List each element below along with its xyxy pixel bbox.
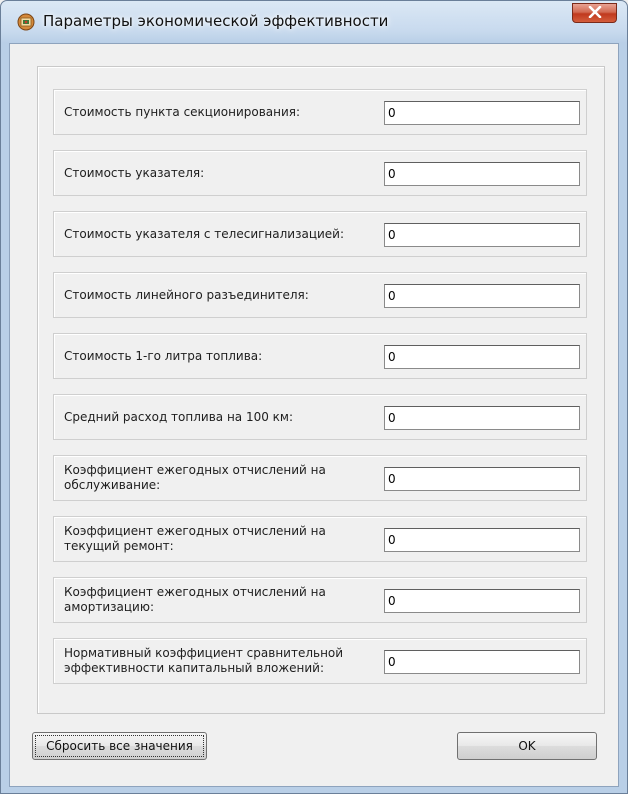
indicator-cost-input[interactable]: [384, 162, 580, 186]
field-row-telesignal-indicator-cost: Стоимость указателя с телесигнализацией:: [53, 211, 587, 257]
field-row-amortization-coefficient: Коэффициент ежегодных отчислений на амор…: [53, 577, 587, 623]
app-icon: [17, 13, 35, 31]
field-row-repair-coefficient: Коэффициент ежегодных отчислений на теку…: [53, 516, 587, 562]
close-button[interactable]: [572, 3, 617, 23]
field-label: Стоимость пункта секционирования:: [64, 104, 301, 119]
field-label: Стоимость линейного разъединителя:: [64, 287, 309, 302]
field-row-sectioning-point-cost: Стоимость пункта секционирования:: [53, 89, 587, 135]
field-label: Коэффициент ежегодных отчислений на обсл…: [64, 463, 326, 492]
dialog-window: Параметры экономической эффективности Ст…: [0, 0, 628, 794]
field-label: Средний расход топлива на 100 км:: [64, 409, 294, 424]
window-title: Параметры экономической эффективности: [43, 12, 389, 30]
amortization-coefficient-input[interactable]: [384, 589, 580, 613]
maintenance-coefficient-input[interactable]: [384, 467, 580, 491]
focus-rectangle: [35, 735, 204, 757]
field-row-fuel-consumption: Средний расход топлива на 100 км:: [53, 394, 587, 440]
field-label: Стоимость 1-го литра топлива:: [64, 348, 263, 363]
close-icon: [588, 5, 602, 21]
fuel-consumption-input[interactable]: [384, 406, 580, 430]
dialog-client-area: Стоимость пункта секционирования: Стоимо…: [9, 43, 619, 787]
field-label: Коэффициент ежегодных отчислений на теку…: [64, 524, 326, 553]
field-row-indicator-cost: Стоимость указателя:: [53, 150, 587, 196]
field-row-line-disconnector-cost: Стоимость линейного разъединителя:: [53, 272, 587, 318]
reset-all-button[interactable]: Сбросить все значения: [32, 732, 207, 760]
field-row-maintenance-coefficient: Коэффициент ежегодных отчислений на обсл…: [53, 455, 587, 501]
telesignal-indicator-cost-input[interactable]: [384, 223, 580, 247]
efficiency-coefficient-input[interactable]: [384, 650, 580, 674]
title-bar[interactable]: Параметры экономической эффективности: [1, 1, 627, 43]
field-label: Стоимость указателя с телесигнализацией:: [64, 226, 345, 241]
sectioning-point-cost-input[interactable]: [384, 101, 580, 125]
field-row-fuel-liter-cost: Стоимость 1-го литра топлива:: [53, 333, 587, 379]
ok-button[interactable]: OK: [457, 732, 597, 760]
line-disconnector-cost-input[interactable]: [384, 284, 580, 308]
field-label: Стоимость указателя:: [64, 165, 205, 180]
parameters-group: Стоимость пункта секционирования: Стоимо…: [37, 66, 605, 714]
field-label: Коэффициент ежегодных отчислений на амор…: [64, 585, 326, 614]
field-row-efficiency-coefficient: Нормативный коэффициент сравнительной эф…: [53, 638, 587, 684]
ok-label: OK: [518, 739, 536, 753]
fuel-liter-cost-input[interactable]: [384, 345, 580, 369]
repair-coefficient-input[interactable]: [384, 528, 580, 552]
field-label: Нормативный коэффициент сравнительной эф…: [64, 646, 344, 675]
